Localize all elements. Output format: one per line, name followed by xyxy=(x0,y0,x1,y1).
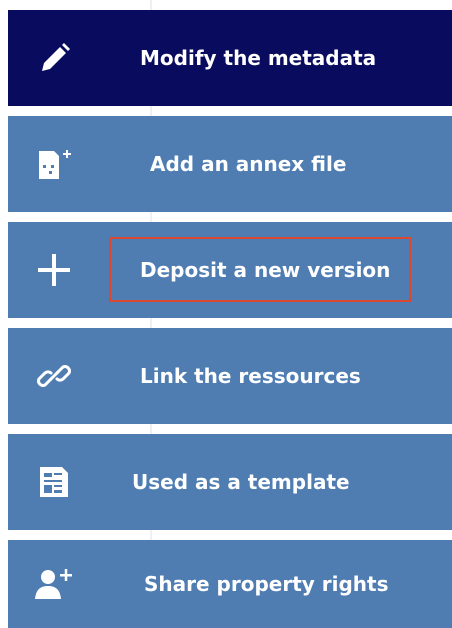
add-annex-file-button[interactable]: Add an annex file xyxy=(8,116,452,212)
link-resources-button[interactable]: Link the ressources xyxy=(8,328,452,424)
deposit-new-version-button[interactable]: Deposit a new version xyxy=(8,222,452,318)
link-icon xyxy=(34,356,74,396)
share-property-rights-button[interactable]: Share property rights xyxy=(8,540,452,628)
file-add-icon xyxy=(34,144,74,184)
pencil-icon xyxy=(34,38,74,78)
page: Modify the metadata Add an annex file De… xyxy=(0,0,452,628)
share-property-rights-label: Share property rights xyxy=(144,572,389,596)
use-as-template-label: Used as a template xyxy=(132,470,350,494)
link-resources-label: Link the ressources xyxy=(140,364,361,388)
modify-metadata-label: Modify the metadata xyxy=(140,46,377,70)
highlight-box xyxy=(109,237,411,302)
plus-icon xyxy=(34,250,74,290)
user-add-icon xyxy=(34,564,74,604)
use-as-template-button[interactable]: Used as a template xyxy=(8,434,452,530)
add-annex-file-label: Add an annex file xyxy=(150,152,347,176)
modify-metadata-button[interactable]: Modify the metadata xyxy=(8,10,452,106)
template-icon xyxy=(34,462,74,502)
